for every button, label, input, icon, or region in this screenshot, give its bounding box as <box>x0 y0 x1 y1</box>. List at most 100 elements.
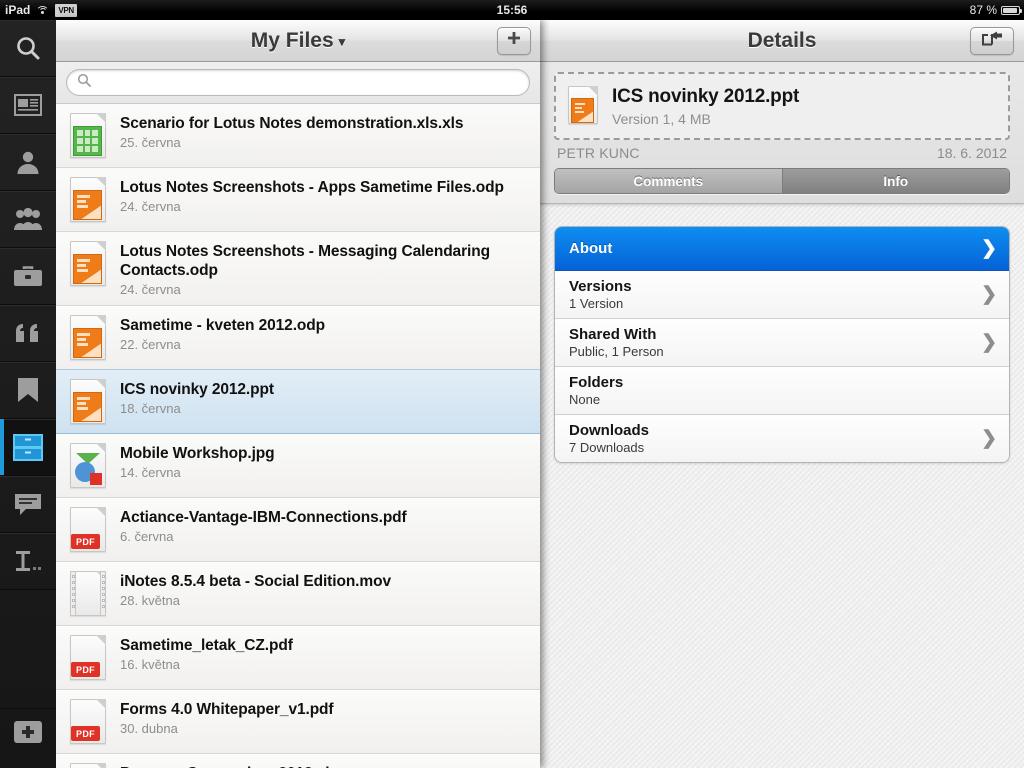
add-file-button[interactable] <box>497 27 531 55</box>
plus-icon <box>506 31 522 52</box>
file-item-date: 24. června <box>120 282 181 297</box>
file-type-icon <box>70 443 108 489</box>
info-item-text: Versions 1 Version <box>569 278 632 311</box>
file-item-date: 16. května <box>120 657 180 672</box>
sidebar-item-profile[interactable] <box>0 134 56 191</box>
file-item-name: Sametime_letak_CZ.pdf <box>120 637 293 654</box>
details-summary: ICS novinky 2012.ppt Version 1, 4 MB PET… <box>540 62 1024 204</box>
file-list-item[interactable]: Scenario for Lotus Notes demonstration.x… <box>56 104 540 168</box>
image-icon <box>74 453 102 485</box>
quote-icon <box>14 322 42 344</box>
file-list-item[interactable]: Mobile Workshop.jpg 14. června <box>56 434 540 498</box>
people-group-icon <box>13 207 43 231</box>
file-type-icon <box>70 113 108 159</box>
chevron-right-icon: ❯ <box>981 238 997 259</box>
presentation-icon <box>73 190 102 220</box>
info-list-item[interactable]: Shared With Public, 1 Person ❯ <box>555 319 1009 367</box>
sidebar-item-home[interactable] <box>0 77 56 134</box>
chevron-down-icon: ▾ <box>338 33 346 49</box>
file-item-date: 28. května <box>120 593 180 608</box>
presentation-file-icon <box>568 86 600 126</box>
sidebar-item-files[interactable] <box>0 419 56 476</box>
files-panel: My Files ▾ Scenario for Lotus Notes demo… <box>56 20 540 768</box>
file-item-text: Actiance-Vantage-IBM-Connections.pdf 6. č… <box>120 507 407 544</box>
files-panel-title-button[interactable]: My Files ▾ <box>251 29 345 53</box>
file-card-subtitle: Version 1, 4 MB <box>612 110 711 127</box>
file-item-name: Mobile Workshop.jpg <box>120 445 275 462</box>
sidebar-item-search[interactable] <box>0 20 56 77</box>
details-tabs[interactable]: Comments Info <box>554 168 1010 194</box>
file-type-icon <box>70 379 108 425</box>
details-tab-info[interactable]: Info <box>781 169 1009 193</box>
text-cursor-icon <box>12 549 44 573</box>
file-item-date: 22. června <box>120 337 181 352</box>
file-type-icon: PDF <box>70 699 108 745</box>
search-input[interactable] <box>98 74 519 91</box>
file-item-name: Sametime - kveten 2012.odp <box>120 317 326 334</box>
file-item-date: 18. června <box>120 401 181 416</box>
sidebar-item-communities[interactable] <box>0 191 56 248</box>
add-icon <box>13 720 43 749</box>
files-panel-header: My Files ▾ <box>56 20 540 62</box>
search-icon <box>77 73 91 92</box>
file-item-text: Lotus Notes Screenshots - Apps Sametime … <box>120 177 504 214</box>
file-card[interactable]: ICS novinky 2012.ppt Version 1, 4 MB <box>554 72 1010 140</box>
sidebar-item-wikis[interactable] <box>0 533 56 590</box>
file-type-icon <box>70 763 108 768</box>
info-list-item[interactable]: About ❯ <box>555 227 1009 271</box>
bookmark-icon <box>17 377 39 403</box>
info-item-subtitle: 1 Version <box>569 296 624 311</box>
file-item-date: 24. června <box>120 199 181 214</box>
info-list-item[interactable]: Downloads 7 Downloads ❯ <box>555 415 1009 462</box>
file-list-item[interactable]: Program Symposium 2012.xls26. dubna <box>56 754 540 768</box>
file-list-item[interactable]: Lotus Notes Screenshots - Apps Sametime … <box>56 168 540 232</box>
file-list-item[interactable]: Sametime - kveten 2012.odp 22. června <box>56 306 540 370</box>
info-item-subtitle: None <box>569 392 601 407</box>
status-bar: iPad VPN 15:56 87 % <box>0 0 1024 20</box>
person-icon <box>15 149 41 175</box>
file-list-item[interactable]: PDF Actiance-Vantage-IBM-Connections.pdf 6… <box>56 498 540 562</box>
file-type-icon <box>70 571 108 617</box>
file-type-icon <box>70 315 108 361</box>
file-author: PETR KUNC <box>557 145 640 161</box>
details-tab-comments[interactable]: Comments <box>555 169 782 193</box>
sidebar-item-blogs[interactable] <box>0 305 56 362</box>
search-field[interactable] <box>66 69 530 96</box>
file-list[interactable]: Scenario for Lotus Notes demonstration.x… <box>56 104 540 768</box>
file-item-date: 25. června <box>120 135 181 150</box>
navigation-rail <box>0 20 56 768</box>
search-icon <box>14 34 42 62</box>
file-date: 18. 6. 2012 <box>936 145 1007 161</box>
file-list-item[interactable]: PDF Forms 4.0 Whitepaper_v1.pdf 30. dubna <box>56 690 540 754</box>
info-list-item[interactable]: Versions 1 Version ❯ <box>555 271 1009 319</box>
info-list-item[interactable]: Folders None <box>555 367 1009 415</box>
file-list-item[interactable]: PDF Sametime_letak_CZ.pdf 16. května <box>56 626 540 690</box>
file-item-text: Program Symposium 2012.xls26. dubna <box>120 763 338 768</box>
file-item-name: iNotes 8.5.4 beta - Social Edition.mov <box>120 573 391 590</box>
sidebar-item-bookmarks[interactable] <box>0 362 56 419</box>
pdf-icon: PDF <box>71 662 100 677</box>
file-list-item[interactable]: iNotes 8.5.4 beta - Social Edition.mov 28… <box>56 562 540 626</box>
file-item-name: Actiance-Vantage-IBM-Connections.pdf <box>120 509 407 526</box>
info-item-title: Downloads <box>569 422 650 439</box>
presentation-icon <box>73 392 102 422</box>
details-title: Details <box>747 28 817 52</box>
info-item-title: Folders <box>569 374 624 391</box>
file-item-text: Lotus Notes Screenshots - Messaging Cale… <box>120 241 528 297</box>
file-item-name: Program Symposium 2012.xls <box>120 764 338 768</box>
battery-percent: 87 % <box>969 3 997 17</box>
file-type-icon <box>70 241 108 287</box>
share-button[interactable] <box>970 27 1014 55</box>
clock: 15:56 <box>496 3 528 17</box>
info-item-title: Shared With <box>569 326 657 343</box>
page-title: My Files <box>250 28 334 52</box>
add-content-button[interactable] <box>0 708 56 760</box>
info-item-title: Versions <box>569 278 632 295</box>
sidebar-item-forums[interactable] <box>0 476 56 533</box>
file-item-name: Lotus Notes Screenshots - Apps Sametime … <box>120 179 504 196</box>
file-list-item[interactable]: ICS novinky 2012.ppt 18. června <box>56 369 540 434</box>
file-list-item[interactable]: Lotus Notes Screenshots - Messaging Cale… <box>56 232 540 306</box>
info-item-subtitle: 7 Downloads <box>569 440 645 455</box>
sidebar-item-activities[interactable] <box>0 248 56 305</box>
file-item-name: Scenario for Lotus Notes demonstration.x… <box>120 115 464 132</box>
